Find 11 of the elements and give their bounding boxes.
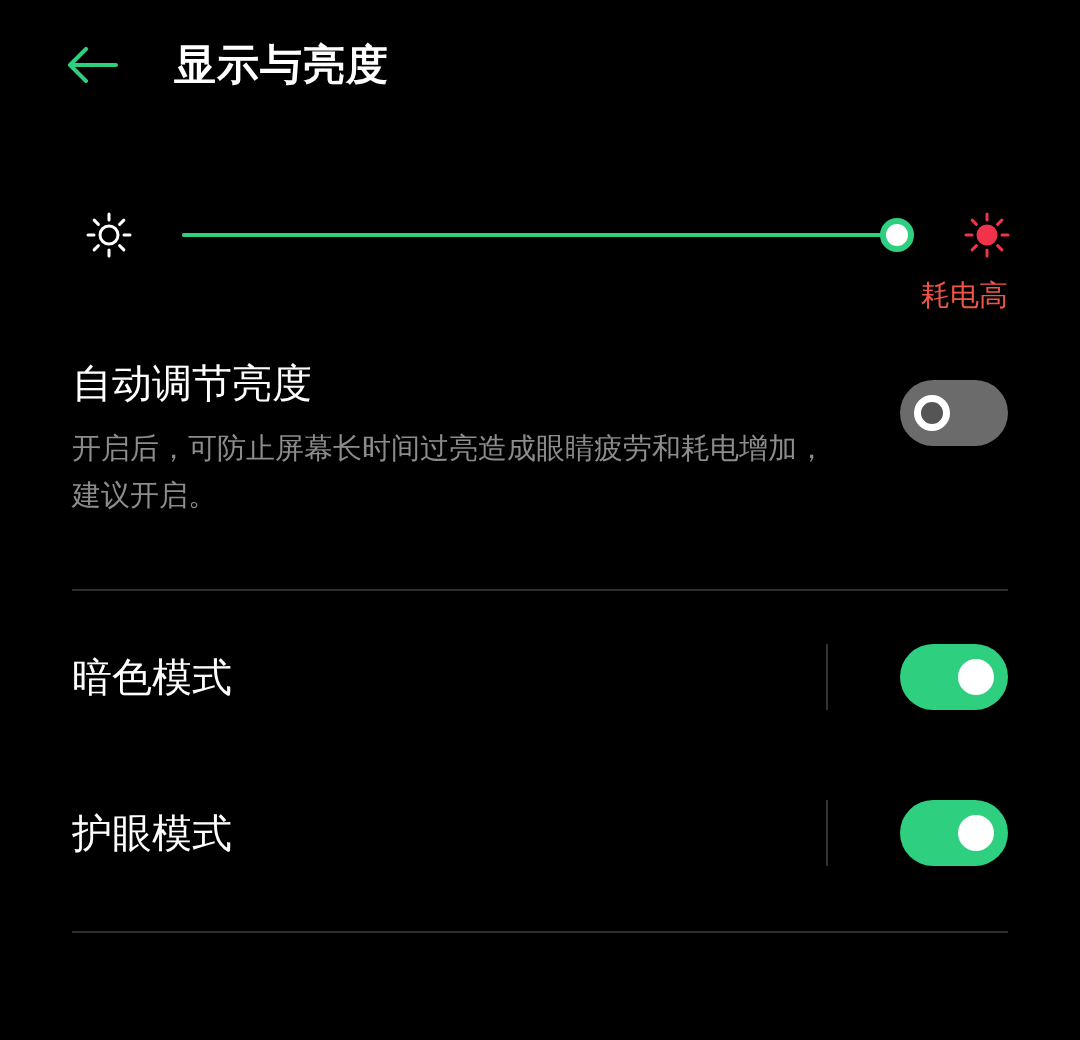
sun-icon [86,212,132,258]
brightness-slider[interactable] [182,218,914,252]
setting-description: 开启后，可防止屏幕长时间过亮造成眼睛疲劳和耗电增加，建议开启。 [72,430,827,514]
setting-label: 自动调节亮度 [72,359,313,408]
setting-label: 暗色模式 [72,652,232,702]
back-button[interactable] [66,47,118,83]
page-title: 显示与亮度 [174,39,389,91]
slider-thumb[interactable] [880,218,914,252]
sun-icon [964,212,1010,258]
power-warning: 耗电高 [921,278,1008,312]
setting-label: 护眼模式 [72,808,232,858]
